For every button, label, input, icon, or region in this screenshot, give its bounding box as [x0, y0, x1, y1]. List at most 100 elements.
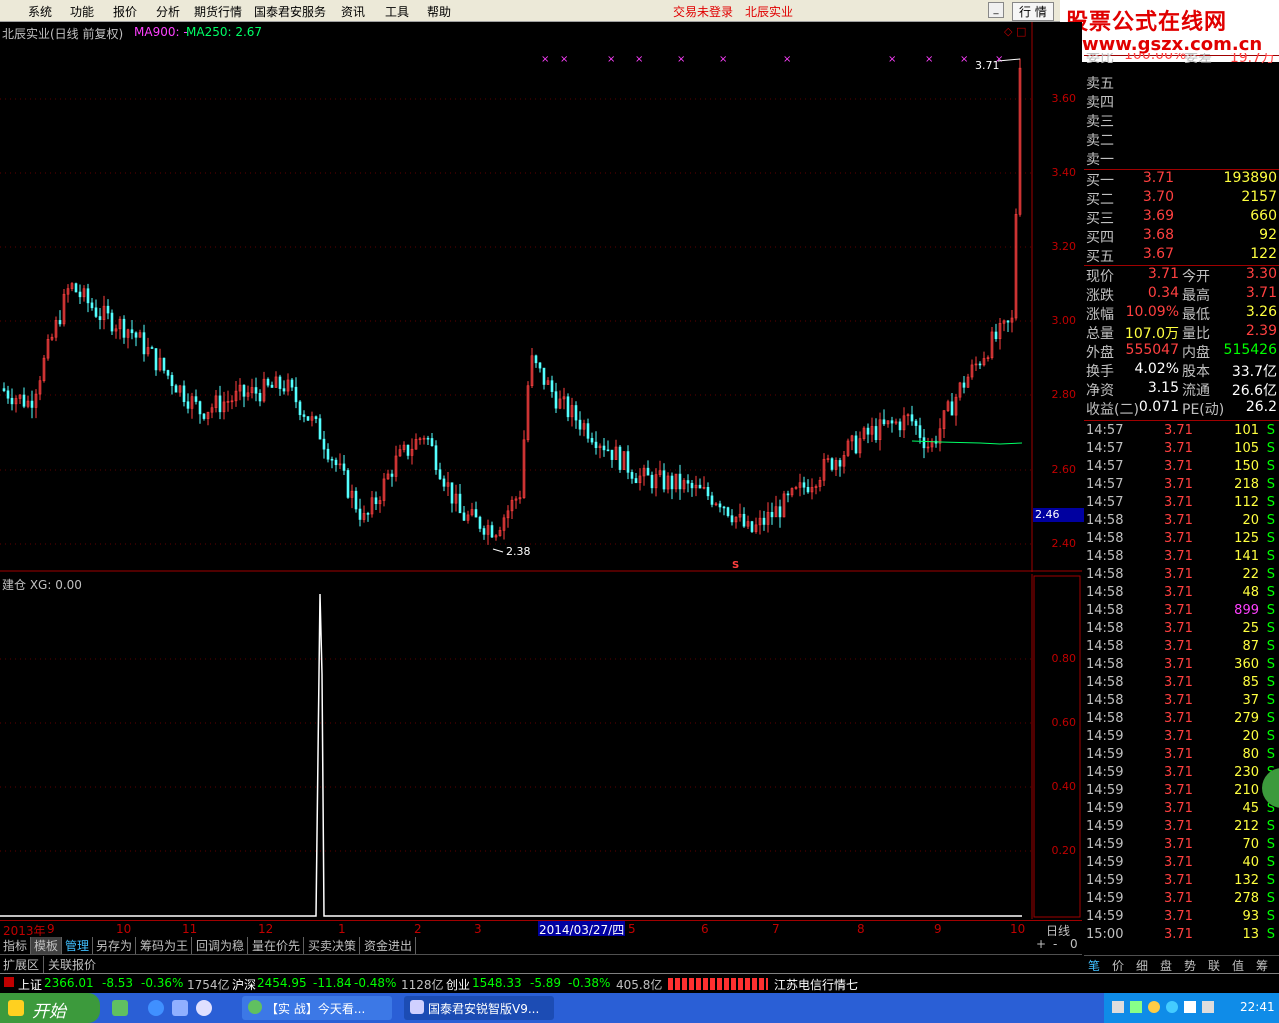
indicator-axis-label: 0.40 [1051, 780, 1077, 793]
time-label: 3 [474, 922, 482, 936]
current-price-tag: 2.46 [1033, 508, 1084, 522]
tab-indicator[interactable]: 指标 [0, 937, 32, 954]
chart-config-icon[interactable]: ◇ □ [1004, 25, 1026, 38]
candle-body [6, 390, 10, 399]
tick-row: 14:59 3.71 80 S [1086, 747, 1275, 762]
candle-body [950, 401, 954, 416]
candle-body [450, 482, 454, 504]
right-tab-detail[interactable]: 细 [1136, 957, 1148, 974]
candle-body [786, 493, 790, 496]
signal-marker: × [607, 54, 615, 65]
tab-fund-flow[interactable]: 资金进出 [361, 937, 417, 954]
stock-name-header: 北辰实业 [745, 5, 794, 19]
minimize-icon[interactable]: _ [988, 2, 1004, 18]
candle-body [610, 449, 614, 460]
cy-value: 1548.33 [472, 976, 522, 990]
right-tab-value[interactable]: 值 [1232, 957, 1244, 974]
tab-extension[interactable]: 扩展区 [3, 956, 45, 973]
candle-body [750, 521, 754, 532]
candle-body [218, 395, 222, 413]
cy-change: -5.89 [530, 976, 562, 990]
candle-body [646, 467, 650, 476]
zoom-reset-button[interactable]: 0 [1070, 937, 1078, 951]
candle-body [602, 445, 606, 451]
tab-trade-decision[interactable]: 买卖决策 [305, 937, 361, 954]
indicator-chart[interactable]: 建仓 XG: 0.00 0.80 0.60 0.40 0.20 [0, 574, 1082, 919]
candle-body [282, 388, 286, 392]
menu-function[interactable]: 功能 [70, 3, 94, 20]
right-tab-price[interactable]: 价 [1112, 957, 1124, 974]
candle-body [590, 438, 594, 443]
taskbar-window-1[interactable]: 【实 战】今天看... [242, 996, 392, 1020]
cy-label[interactable]: 创业 [446, 976, 470, 993]
right-tab-related[interactable]: 联 [1208, 957, 1220, 974]
hs-label[interactable]: 沪深 [232, 976, 256, 993]
watermark-line2: www.gszx.com.cn [1082, 34, 1263, 55]
quicklaunch-icon-3[interactable] [196, 1000, 212, 1016]
sell-level-4: 卖四 [1086, 95, 1114, 111]
tick-row: 14:57 3.71 112 S [1086, 495, 1275, 510]
menu-analysis[interactable]: 分析 [156, 3, 180, 20]
buy-level-2: 买二 3.70 2157 [1086, 189, 1277, 208]
candle-body [358, 508, 362, 520]
tab-manage[interactable]: 管理 [62, 937, 94, 954]
buy-level-3: 买三 3.69 660 [1086, 208, 1277, 227]
candle-body [278, 376, 282, 389]
tray-icon[interactable] [1130, 1001, 1142, 1013]
signal-marker: × [677, 54, 685, 65]
tab-pullback[interactable]: 回调为稳 [193, 937, 249, 954]
sh-label[interactable]: 上证 [18, 976, 42, 993]
quicklaunch-app-icon[interactable] [112, 1000, 128, 1016]
sh-pct: -0.36% [141, 976, 184, 990]
start-button[interactable]: 开始 [0, 993, 100, 1023]
price-axis-label: 3.40 [1051, 166, 1077, 179]
tray-icon[interactable] [1202, 1001, 1214, 1013]
tab-template[interactable]: 模板 [31, 937, 63, 954]
tick-row: 14:59 3.71 278 S [1086, 891, 1275, 906]
ie-icon[interactable] [148, 1000, 164, 1016]
tab-volume[interactable]: 量在价先 [249, 937, 305, 954]
candle-body [78, 291, 82, 298]
menu-tools[interactable]: 工具 [385, 3, 409, 20]
tray-icon[interactable] [1112, 1001, 1124, 1013]
menu-quote[interactable]: 报价 [113, 3, 137, 20]
login-status[interactable]: 交易未登录 [673, 3, 733, 20]
tray-icon[interactable] [1166, 1001, 1178, 1013]
menu-help[interactable]: 帮助 [427, 3, 451, 20]
tray-icon[interactable] [1184, 1001, 1196, 1013]
right-tab-book[interactable]: 盘 [1160, 957, 1172, 974]
quicklaunch-icon-2[interactable] [172, 1000, 188, 1016]
indicator-axis-label: 0.20 [1051, 844, 1077, 857]
server-name[interactable]: 江苏电信行情七 [774, 976, 858, 993]
candle-body [322, 438, 326, 450]
candle-body [98, 316, 102, 320]
taskbar-window-2[interactable]: 国泰君安锐智版V9... [404, 996, 554, 1020]
sell-signal-marker: S [732, 560, 740, 571]
right-tab-trades[interactable]: 笔 [1088, 957, 1100, 974]
candle-body [538, 362, 542, 369]
candle-body [882, 419, 886, 425]
clock[interactable]: 22:41 [1240, 1000, 1275, 1014]
candle-body [2, 388, 6, 392]
candle-body [634, 478, 638, 484]
candle-body [706, 486, 710, 497]
menu-gtja-service[interactable]: 国泰君安服务 [254, 3, 326, 20]
time-label: 7 [772, 922, 780, 936]
tick-row: 14:58 3.71 25 S [1086, 621, 1275, 636]
candle-body [166, 370, 170, 376]
menu-info[interactable]: 资讯 [341, 3, 365, 20]
menu-futures[interactable]: 期货行情 [194, 3, 242, 20]
kline-chart[interactable]: × × × × × × × × × × × 北辰实业(日线 前复权) MA900: - MA250:… [0, 22, 1084, 572]
candle-body [342, 463, 346, 471]
quote-button[interactable]: 行 情 [1012, 2, 1054, 21]
tab-related-quote[interactable]: 关联报价 [48, 956, 96, 973]
tab-chip[interactable]: 筹码为王 [137, 937, 193, 954]
right-tab-trend[interactable]: 势 [1184, 957, 1196, 974]
zoom-out-button[interactable]: - [1053, 937, 1057, 951]
menu-system[interactable]: 系统 [28, 3, 52, 20]
zoom-in-button[interactable]: + [1036, 937, 1046, 951]
candle-body [922, 437, 926, 449]
tab-save-as[interactable]: 另存为 [93, 937, 137, 954]
tray-icon[interactable] [1148, 1001, 1160, 1013]
right-tab-chips[interactable]: 筹 [1256, 957, 1268, 974]
